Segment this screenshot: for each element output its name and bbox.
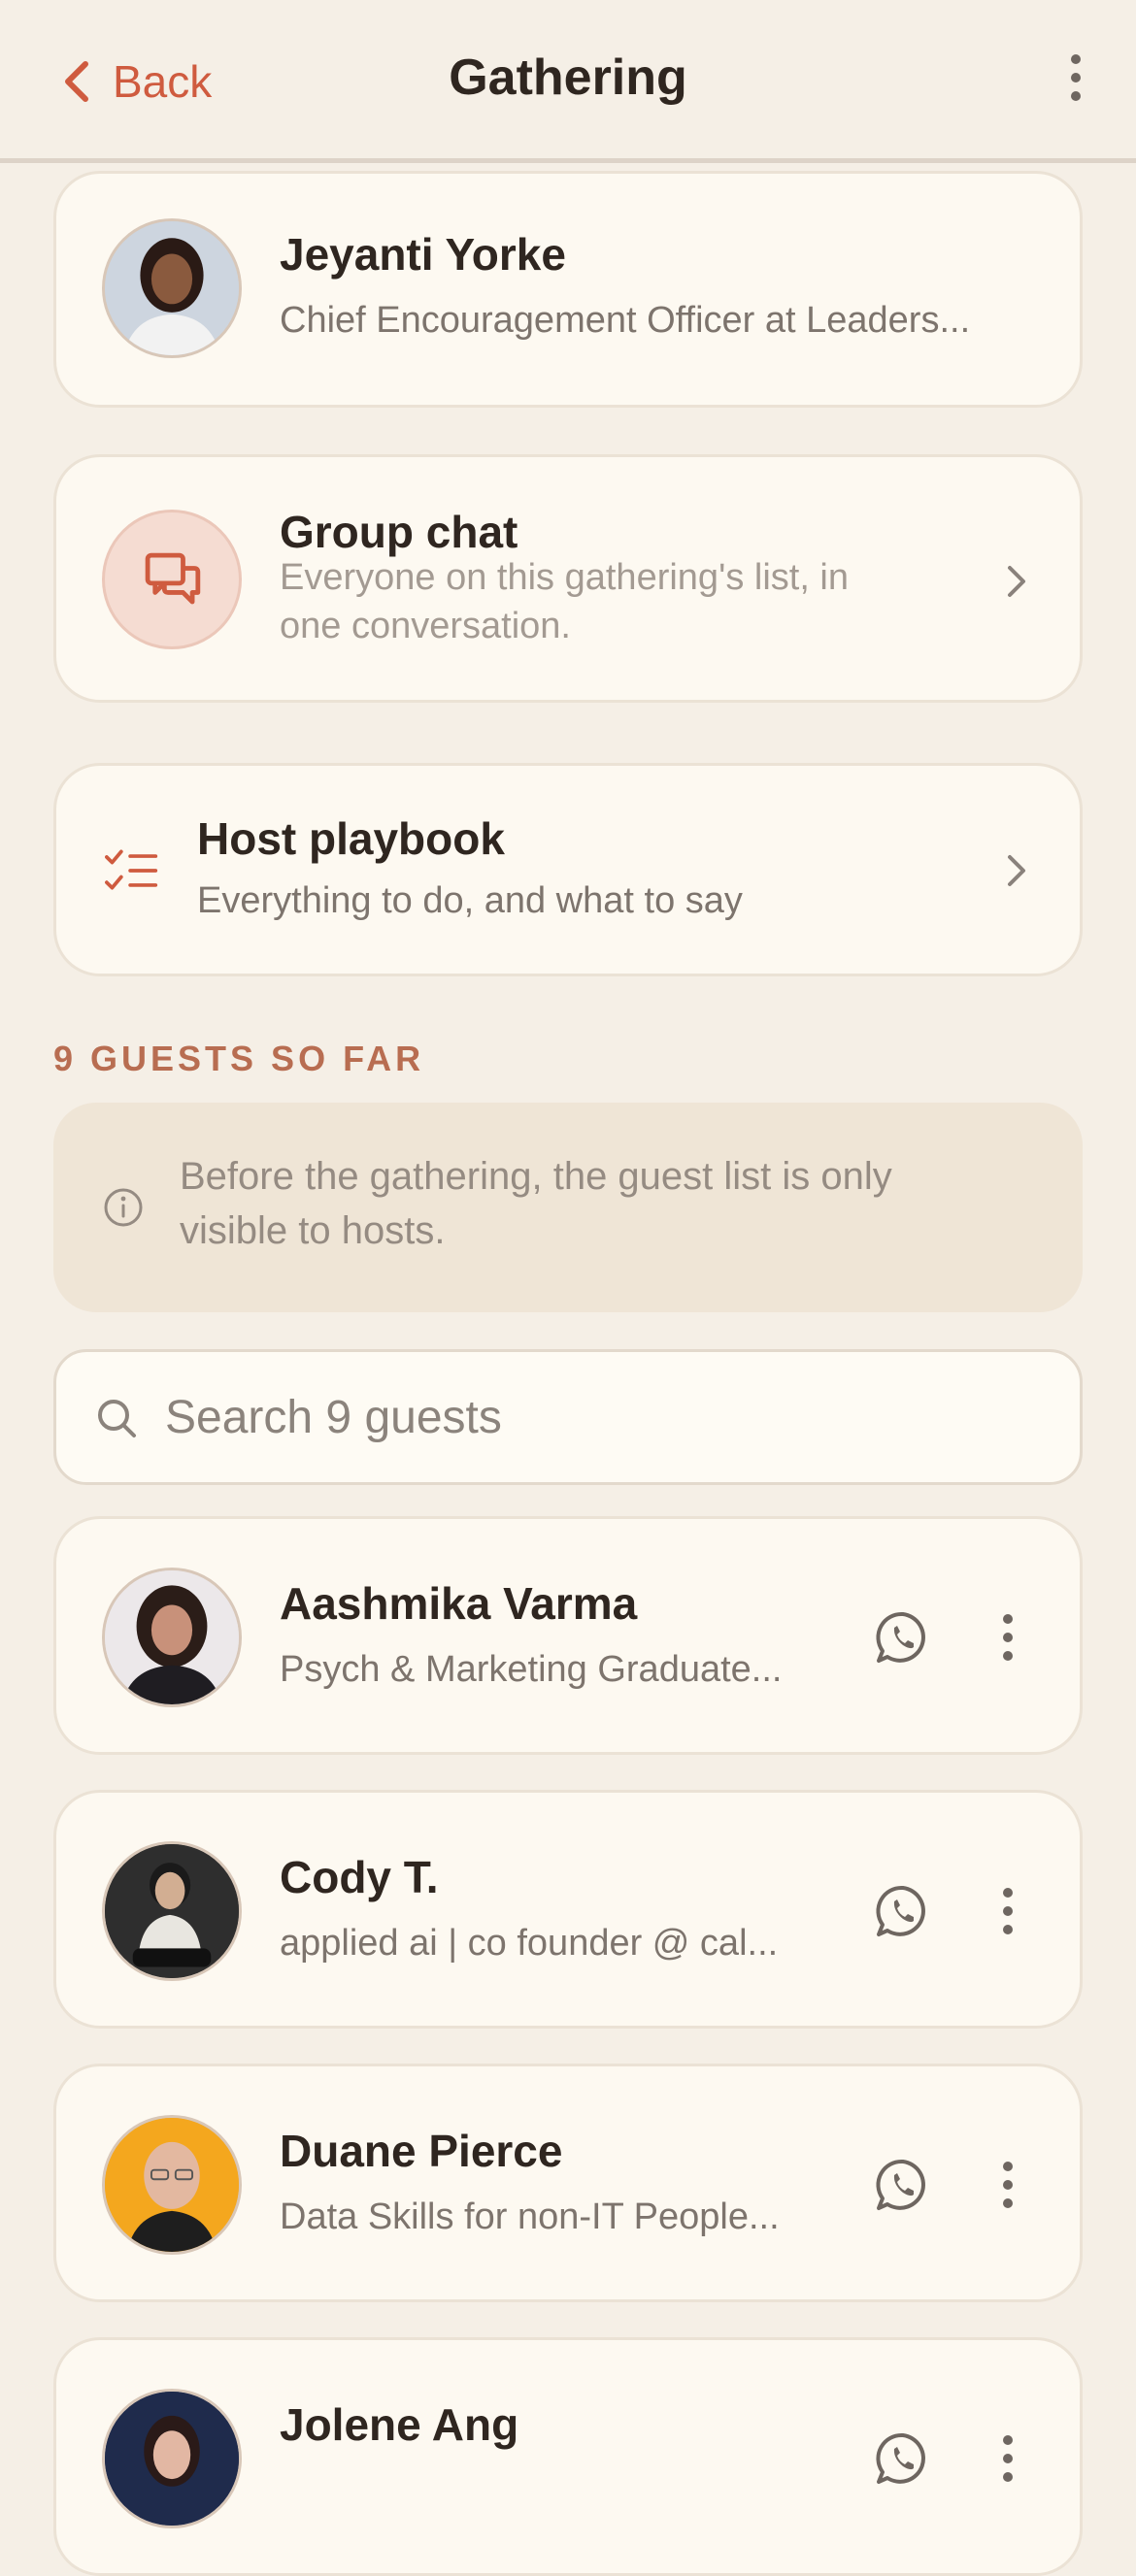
group-chat-card[interactable]: Group chat Everyone on this gathering's … <box>53 454 1083 703</box>
host-subtitle: Chief Encouragement Officer at Leaders..… <box>280 300 971 341</box>
row-more-icon[interactable] <box>996 1608 1019 1667</box>
guest-subtitle: applied ai | co founder @ cal... <box>280 1923 779 1964</box>
checklist-icon <box>105 849 158 890</box>
app-header: Back Gathering <box>0 0 1136 163</box>
whatsapp-icon[interactable] <box>874 1608 932 1667</box>
guest-row[interactable]: Jolene Ang <box>53 2337 1083 2576</box>
guest-subtitle: Data Skills for non-IT People... <box>280 2196 780 2237</box>
guest-name: Aashmika Varma <box>280 1578 638 1629</box>
avatar <box>102 2115 242 2255</box>
notice-text: Before the gathering, the guest list is … <box>180 1155 892 1252</box>
whatsapp-icon[interactable] <box>874 1882 932 1940</box>
row-more-icon[interactable] <box>996 2156 1019 2214</box>
chevron-right-icon <box>1008 566 1025 597</box>
guest-name: Jolene Ang <box>280 2399 519 2450</box>
chevron-right-icon <box>1008 855 1025 886</box>
row-more-icon[interactable] <box>996 2429 1019 2488</box>
group-chat-title: Group chat <box>280 507 518 557</box>
host-playbook-card[interactable]: Host playbook Everything to do, and what… <box>53 763 1083 976</box>
avatar <box>102 218 242 358</box>
whatsapp-icon[interactable] <box>874 2429 932 2488</box>
guest-row[interactable]: Duane Pierce Data Skills for non-IT Peop… <box>53 2064 1083 2302</box>
search-input[interactable]: Search 9 guests <box>53 1349 1083 1485</box>
kebab-menu-icon[interactable] <box>1045 47 1107 109</box>
guest-row[interactable]: Cody T. applied ai | co founder @ cal... <box>53 1790 1083 2029</box>
info-icon <box>104 1188 143 1227</box>
guest-row[interactable]: Aashmika Varma Psych & Marketing Graduat… <box>53 1516 1083 1755</box>
group-chat-line2: one conversation. <box>280 606 571 646</box>
avatar <box>102 1568 242 1707</box>
search-icon <box>98 1400 136 1437</box>
playbook-subtitle: Everything to do, and what to say <box>197 880 743 921</box>
visibility-notice: Before the gathering, the guest list is … <box>53 1103 1083 1312</box>
chat-bubbles-icon <box>102 510 242 649</box>
group-chat-line1: Everyone on this gathering's list, in <box>280 557 850 598</box>
guests-count-label: 9 GUESTS SO FAR <box>53 1039 425 1078</box>
avatar <box>102 1841 242 1981</box>
row-more-icon[interactable] <box>996 1882 1019 1940</box>
guest-name: Duane Pierce <box>280 2126 563 2176</box>
guest-name: Cody T. <box>280 1852 439 1902</box>
avatar <box>102 2389 242 2528</box>
page-title: Gathering <box>449 50 687 106</box>
host-name: Jeyanti Yorke <box>280 229 566 280</box>
search-placeholder: Search 9 guests <box>165 1392 502 1443</box>
playbook-title: Host playbook <box>197 813 505 864</box>
host-card[interactable]: Jeyanti Yorke Chief Encouragement Office… <box>53 171 1083 408</box>
guest-subtitle: Psych & Marketing Graduate... <box>280 1649 783 1690</box>
whatsapp-icon[interactable] <box>874 2156 932 2214</box>
